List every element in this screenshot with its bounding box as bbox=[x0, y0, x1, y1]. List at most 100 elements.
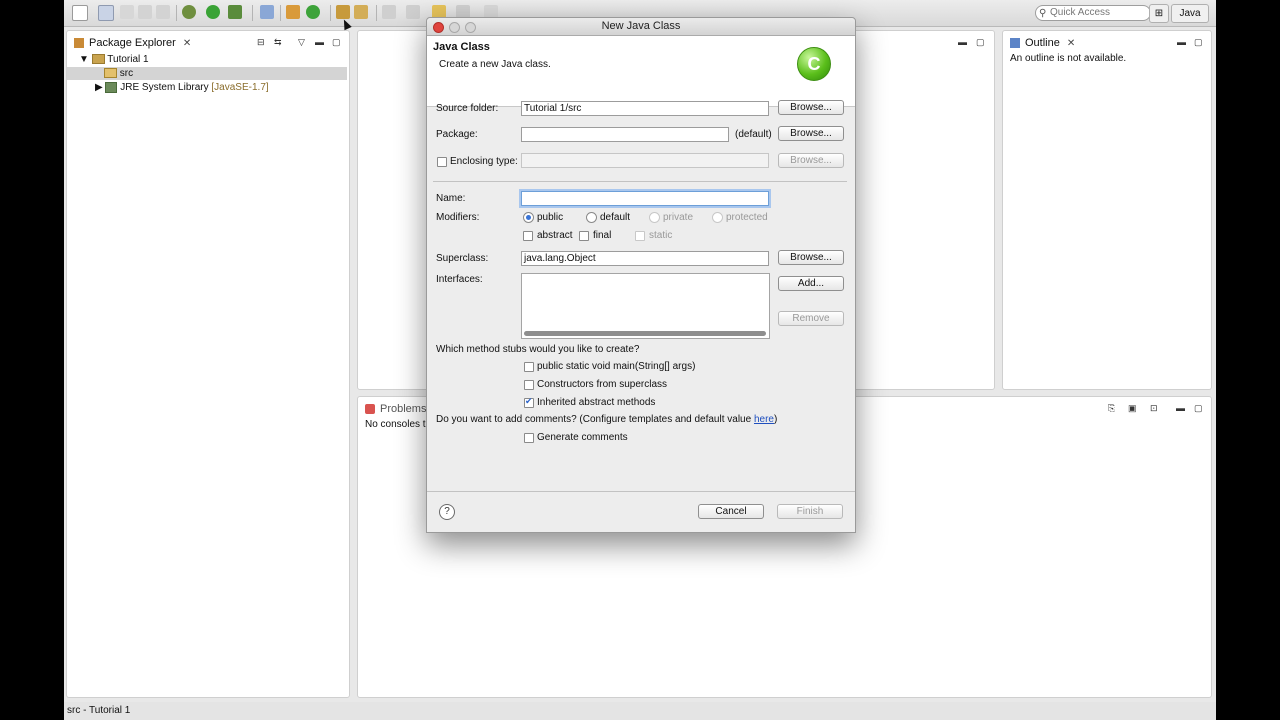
maximize-icon[interactable]: ▢ bbox=[976, 37, 985, 48]
java-class-wizard-icon: C bbox=[797, 47, 831, 81]
display-console-icon[interactable]: ▣ bbox=[1128, 403, 1137, 414]
help-icon: ? bbox=[444, 506, 450, 517]
open-type-icon[interactable] bbox=[336, 5, 350, 19]
superclass-label: Superclass: bbox=[436, 253, 489, 264]
package-field[interactable] bbox=[521, 127, 729, 142]
modifier-default-radio[interactable] bbox=[586, 212, 597, 223]
stub-constructors-checkbox[interactable] bbox=[524, 380, 534, 390]
maximize-icon[interactable]: ▢ bbox=[332, 37, 341, 48]
minimize-icon[interactable]: ▬ bbox=[1176, 403, 1185, 413]
minimize-icon[interactable]: ▬ bbox=[1177, 37, 1186, 47]
package-explorer-icon bbox=[74, 38, 84, 48]
cancel-button[interactable]: Cancel bbox=[698, 504, 764, 519]
tree-item-jre-library[interactable]: ▶ JRE System Library [JavaSE-1.7] bbox=[95, 81, 269, 94]
tab-problems[interactable]: Problems bbox=[362, 400, 430, 418]
modifier-static-checkbox[interactable] bbox=[635, 231, 645, 241]
modifier-protected-radio[interactable] bbox=[712, 212, 723, 223]
remove-interface-button[interactable]: Remove bbox=[778, 311, 844, 326]
maximize-icon[interactable]: ▢ bbox=[1194, 403, 1203, 414]
tab-outline[interactable]: Outline ✕ bbox=[1007, 34, 1079, 52]
status-bar: src - Tutorial 1 bbox=[64, 702, 1216, 720]
status-text: src - Tutorial 1 bbox=[67, 705, 131, 716]
link-with-editor-icon[interactable]: ⇆ bbox=[274, 37, 282, 48]
minimize-window-icon[interactable] bbox=[449, 22, 460, 33]
generate-comments-checkbox[interactable] bbox=[524, 433, 534, 443]
section-divider bbox=[433, 181, 847, 182]
finish-button[interactable]: Finish bbox=[777, 504, 843, 519]
modifier-final-checkbox[interactable] bbox=[579, 231, 589, 241]
comments-question-suffix: ) bbox=[773, 414, 778, 425]
tree-item-label: Tutorial 1 bbox=[107, 54, 149, 65]
external-tools-icon[interactable] bbox=[228, 5, 242, 19]
new-icon[interactable] bbox=[72, 5, 88, 21]
close-window-icon[interactable] bbox=[433, 22, 444, 33]
new-java-class-icon[interactable] bbox=[306, 5, 320, 19]
toolbar-separator bbox=[330, 5, 331, 21]
annotation-prev-icon[interactable] bbox=[406, 5, 420, 19]
new-console-icon[interactable]: ⊡ bbox=[1150, 403, 1158, 414]
enclosing-type-checkbox[interactable] bbox=[437, 157, 447, 167]
modifier-abstract-checkbox[interactable] bbox=[523, 231, 533, 241]
search-icon[interactable] bbox=[354, 5, 368, 19]
stub-main-checkbox[interactable] bbox=[524, 362, 534, 372]
outline-panel: Outline ✕ ▬ ▢ An outline is not availabl… bbox=[1002, 30, 1212, 390]
package-label: Package: bbox=[436, 129, 478, 140]
quick-access-placeholder: Quick Access bbox=[1050, 7, 1111, 18]
collapse-all-icon[interactable]: ⊟ bbox=[257, 37, 265, 48]
debug-icon[interactable] bbox=[182, 5, 196, 19]
expanded-arrow-icon[interactable]: ▼ bbox=[79, 54, 89, 65]
save-icon[interactable] bbox=[98, 5, 114, 21]
close-icon[interactable]: ✕ bbox=[183, 38, 191, 49]
print-icon[interactable] bbox=[138, 5, 152, 19]
collapsed-arrow-icon[interactable]: ▶ bbox=[95, 82, 103, 93]
stub-inherited-abstract-checkbox[interactable] bbox=[524, 396, 534, 408]
open-perspective-button[interactable]: ⊞ bbox=[1149, 4, 1169, 23]
java-perspective-button[interactable]: Java bbox=[1171, 4, 1209, 23]
package-browse-button[interactable]: Browse... bbox=[778, 126, 844, 141]
quick-access-field[interactable]: ⚲ Quick Access bbox=[1035, 5, 1151, 21]
save-all-icon[interactable] bbox=[120, 5, 134, 19]
button-label: Cancel bbox=[715, 506, 747, 517]
add-interface-button[interactable]: Add... bbox=[778, 276, 844, 291]
superclass-field[interactable]: java.lang.Object bbox=[521, 251, 769, 266]
tab-label: Package Explorer bbox=[89, 37, 176, 49]
library-icon bbox=[105, 81, 118, 93]
button-label: Finish bbox=[796, 506, 824, 517]
configure-templates-link[interactable]: here bbox=[754, 414, 774, 425]
toolbar-separator bbox=[252, 5, 253, 21]
toolbar-separator bbox=[376, 5, 377, 21]
print-all-icon[interactable] bbox=[156, 5, 170, 19]
comments-question: Do you want to add comments? (Configure … bbox=[436, 414, 777, 425]
tree-item-suffix: [JavaSE-1.7] bbox=[211, 82, 269, 93]
superclass-browse-button[interactable]: Browse... bbox=[778, 250, 844, 265]
header-title: Java Class bbox=[433, 41, 490, 53]
tab-package-explorer[interactable]: Package Explorer ✕ bbox=[71, 34, 195, 52]
minimize-icon[interactable]: ▬ bbox=[315, 37, 324, 47]
interfaces-scrollbar[interactable] bbox=[524, 331, 766, 336]
source-folder-browse-button[interactable]: Browse... bbox=[778, 100, 844, 115]
interfaces-list[interactable] bbox=[521, 273, 770, 339]
tree-item-project[interactable]: ▼ Tutorial 1 bbox=[79, 53, 149, 66]
help-button[interactable]: ? bbox=[439, 504, 455, 520]
source-folder-field[interactable]: Tutorial 1/src bbox=[521, 101, 769, 116]
enclosing-type-browse-button[interactable]: Browse... bbox=[778, 153, 844, 168]
new-java-package-icon[interactable] bbox=[286, 5, 300, 19]
tab-label: Problems bbox=[380, 403, 427, 415]
maximize-icon[interactable]: ▢ bbox=[1194, 37, 1203, 48]
annotation-next-icon[interactable] bbox=[382, 5, 396, 19]
close-icon[interactable]: ✕ bbox=[1067, 38, 1075, 49]
open-console-icon[interactable]: ⎘ bbox=[1108, 403, 1115, 414]
enclosing-type-field[interactable] bbox=[521, 153, 769, 168]
view-menu-icon[interactable]: ▽ bbox=[298, 37, 305, 48]
modifier-private-radio[interactable] bbox=[649, 212, 660, 223]
skip-breakpoints-icon[interactable] bbox=[260, 5, 274, 19]
toolbar-separator bbox=[176, 5, 177, 21]
button-label: Browse... bbox=[790, 155, 832, 166]
run-icon[interactable] bbox=[206, 5, 220, 19]
tree-item-src[interactable]: src bbox=[67, 67, 347, 80]
modifier-public-radio[interactable] bbox=[523, 212, 534, 223]
footer-divider bbox=[427, 491, 855, 492]
minimize-icon[interactable]: ▬ bbox=[958, 37, 967, 47]
zoom-window-icon[interactable] bbox=[465, 22, 476, 33]
name-field[interactable] bbox=[521, 191, 769, 206]
